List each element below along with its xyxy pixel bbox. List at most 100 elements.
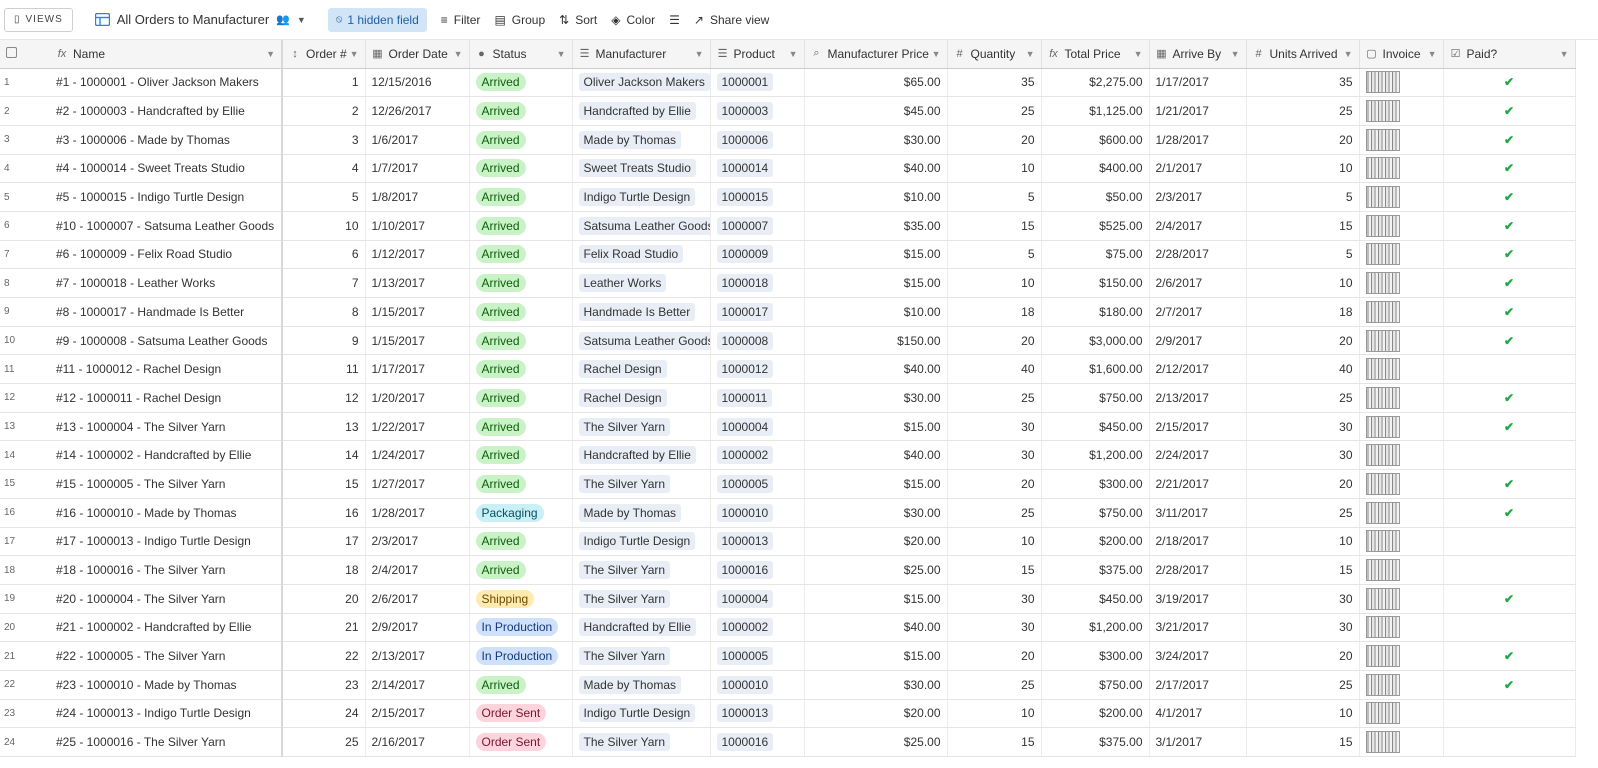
invoice-cell[interactable] (1359, 727, 1444, 757)
product-link[interactable]: 1000013 (716, 704, 774, 723)
status-cell[interactable]: In Production (469, 613, 573, 643)
invoice-thumbnail[interactable] (1365, 702, 1400, 725)
order-date-cell[interactable]: 2/16/2017 (365, 727, 470, 757)
paid-cell[interactable]: ✔ (1443, 584, 1576, 614)
manufacturer-cell[interactable]: The Silver Yarn (572, 469, 711, 499)
quantity-cell[interactable]: 25 (947, 96, 1042, 126)
product-link[interactable]: 1000002 (716, 446, 774, 465)
arrive-by-cell[interactable]: 2/7/2017 (1149, 297, 1247, 327)
arrive-by-cell[interactable]: 2/1/2017 (1149, 154, 1247, 184)
status-cell[interactable]: Order Sent (469, 699, 573, 729)
name-cell[interactable]: #24 - 1000013 - Indigo Turtle Design (50, 699, 283, 729)
total-price-cell[interactable]: $600.00 (1041, 125, 1150, 155)
arrive-by-cell[interactable]: 2/13/2017 (1149, 383, 1247, 413)
paid-cell[interactable]: ✔ (1443, 125, 1576, 155)
invoice-thumbnail[interactable] (1365, 272, 1400, 295)
invoice-cell[interactable] (1359, 211, 1444, 241)
product-cell[interactable]: 1000003 (710, 96, 805, 126)
invoice-thumbnail[interactable] (1365, 100, 1400, 123)
invoice-cell[interactable] (1359, 699, 1444, 729)
product-link[interactable]: 1000010 (716, 675, 774, 694)
table-row[interactable]: 23 #24 - 1000013 - Indigo Turtle Design 24… (0, 699, 1576, 729)
quantity-cell[interactable]: 10 (947, 527, 1042, 557)
manufacturer-price-cell[interactable]: $150.00 (804, 326, 948, 356)
paid-cell[interactable]: ✔ (1443, 412, 1576, 442)
manufacturer-link[interactable]: Oliver Jackson Makers (578, 73, 709, 92)
product-link[interactable]: 1000003 (716, 102, 774, 121)
units-arrived-cell[interactable]: 18 (1246, 297, 1360, 327)
name-cell[interactable]: #22 - 1000005 - The Silver Yarn (50, 641, 283, 671)
status-cell[interactable]: Arrived (469, 469, 573, 499)
manufacturer-cell[interactable]: Felix Road Studio (572, 240, 711, 270)
order-number-cell[interactable]: 6 (282, 240, 366, 270)
table-row[interactable]: 13 #13 - 1000004 - The Silver Yarn 13 1/22/… (0, 412, 1576, 442)
status-cell[interactable]: Arrived (469, 326, 573, 356)
quantity-cell[interactable]: 15 (947, 211, 1042, 241)
order-date-cell[interactable]: 1/8/2017 (365, 182, 470, 212)
product-link[interactable]: 1000017 (716, 302, 774, 321)
invoice-thumbnail[interactable] (1365, 673, 1400, 696)
manufacturer-price-cell[interactable]: $15.00 (804, 240, 948, 270)
manufacturer-link[interactable]: The Silver Yarn (578, 733, 671, 752)
product-link[interactable]: 1000006 (716, 130, 774, 149)
manufacturer-cell[interactable]: Handcrafted by Ellie (572, 613, 711, 643)
manufacturer-link[interactable]: The Silver Yarn (578, 417, 671, 436)
manufacturer-price-cell[interactable]: $20.00 (804, 527, 948, 557)
paid-cell[interactable] (1443, 440, 1576, 471)
invoice-thumbnail[interactable] (1365, 530, 1400, 553)
table-row[interactable]: 8 #7 - 1000018 - Leather Works 7 1/13/2017 A… (0, 268, 1576, 298)
invoice-thumbnail[interactable] (1365, 128, 1400, 151)
total-price-cell[interactable]: $1,200.00 (1041, 440, 1150, 471)
product-cell[interactable]: 1000013 (710, 699, 805, 729)
units-arrived-cell[interactable]: 30 (1246, 584, 1360, 614)
view-switcher[interactable]: All Orders to Manufacturer 👥 ▼ (94, 12, 306, 27)
quantity-cell[interactable]: 30 (947, 412, 1042, 442)
arrive-by-cell[interactable]: 2/12/2017 (1149, 354, 1247, 385)
manufacturer-link[interactable]: Satsuma Leather Goods (578, 216, 709, 235)
manufacturer-price-cell[interactable]: $30.00 (804, 383, 948, 413)
table-row[interactable]: 7 #6 - 1000009 - Felix Road Studio 6 1/12/2… (0, 240, 1576, 270)
order-date-cell[interactable]: 1/13/2017 (365, 268, 470, 298)
paid-cell[interactable]: ✔ (1443, 268, 1576, 298)
chevron-down-icon[interactable]: ▼ (454, 49, 463, 59)
manufacturer-price-cell[interactable]: $25.00 (804, 727, 948, 757)
table-row[interactable]: 6 #10 - 1000007 - Satsuma Leather Goods 10… (0, 211, 1576, 241)
arrive-by-cell[interactable]: 3/21/2017 (1149, 613, 1247, 643)
views-button[interactable]: ▯ VIEWS (4, 7, 73, 32)
invoice-cell[interactable] (1359, 584, 1444, 614)
quantity-cell[interactable]: 5 (947, 182, 1042, 212)
order-number-cell[interactable]: 22 (282, 641, 366, 671)
paid-cell[interactable]: ✔ (1443, 211, 1576, 241)
manufacturer-link[interactable]: Indigo Turtle Design (578, 532, 696, 551)
table-row[interactable]: 18 #18 - 1000016 - The Silver Yarn 18 2/4/2… (0, 555, 1576, 585)
arrive-by-cell[interactable]: 2/17/2017 (1149, 670, 1247, 700)
filter-button[interactable]: ≡ Filter (441, 13, 481, 27)
order-number-cell[interactable]: 10 (282, 211, 366, 241)
arrive-by-cell[interactable]: 2/18/2017 (1149, 527, 1247, 557)
invoice-thumbnail[interactable] (1365, 386, 1400, 409)
manufacturer-price-cell[interactable]: $30.00 (804, 125, 948, 155)
quantity-cell[interactable]: 20 (947, 326, 1042, 356)
product-link[interactable]: 1000018 (716, 274, 774, 293)
quantity-cell[interactable]: 5 (947, 240, 1042, 270)
order-number-cell[interactable]: 24 (282, 699, 366, 729)
order-number-cell[interactable]: 13 (282, 412, 366, 442)
quantity-cell[interactable]: 10 (947, 699, 1042, 729)
quantity-cell[interactable]: 25 (947, 670, 1042, 700)
status-cell[interactable]: Arrived (469, 440, 573, 471)
manufacturer-link[interactable]: Indigo Turtle Design (578, 704, 696, 723)
paid-cell[interactable]: ✔ (1443, 383, 1576, 413)
manufacturer-price-cell[interactable]: $15.00 (804, 469, 948, 499)
name-cell[interactable]: #21 - 1000002 - Handcrafted by Ellie (50, 613, 283, 643)
product-cell[interactable]: 1000006 (710, 125, 805, 155)
manufacturer-link[interactable]: The Silver Yarn (578, 589, 671, 608)
total-price-cell[interactable]: $525.00 (1041, 211, 1150, 241)
col-header-manufacturer-price[interactable]: ⌕ Manufacturer Price ▼ (804, 40, 948, 69)
invoice-thumbnail[interactable] (1365, 444, 1400, 467)
invoice-cell[interactable] (1359, 125, 1444, 155)
manufacturer-price-cell[interactable]: $35.00 (804, 211, 948, 241)
product-cell[interactable]: 1000014 (710, 154, 805, 184)
product-cell[interactable]: 1000011 (710, 383, 805, 413)
product-link[interactable]: 1000007 (716, 216, 774, 235)
order-number-cell[interactable]: 7 (282, 268, 366, 298)
